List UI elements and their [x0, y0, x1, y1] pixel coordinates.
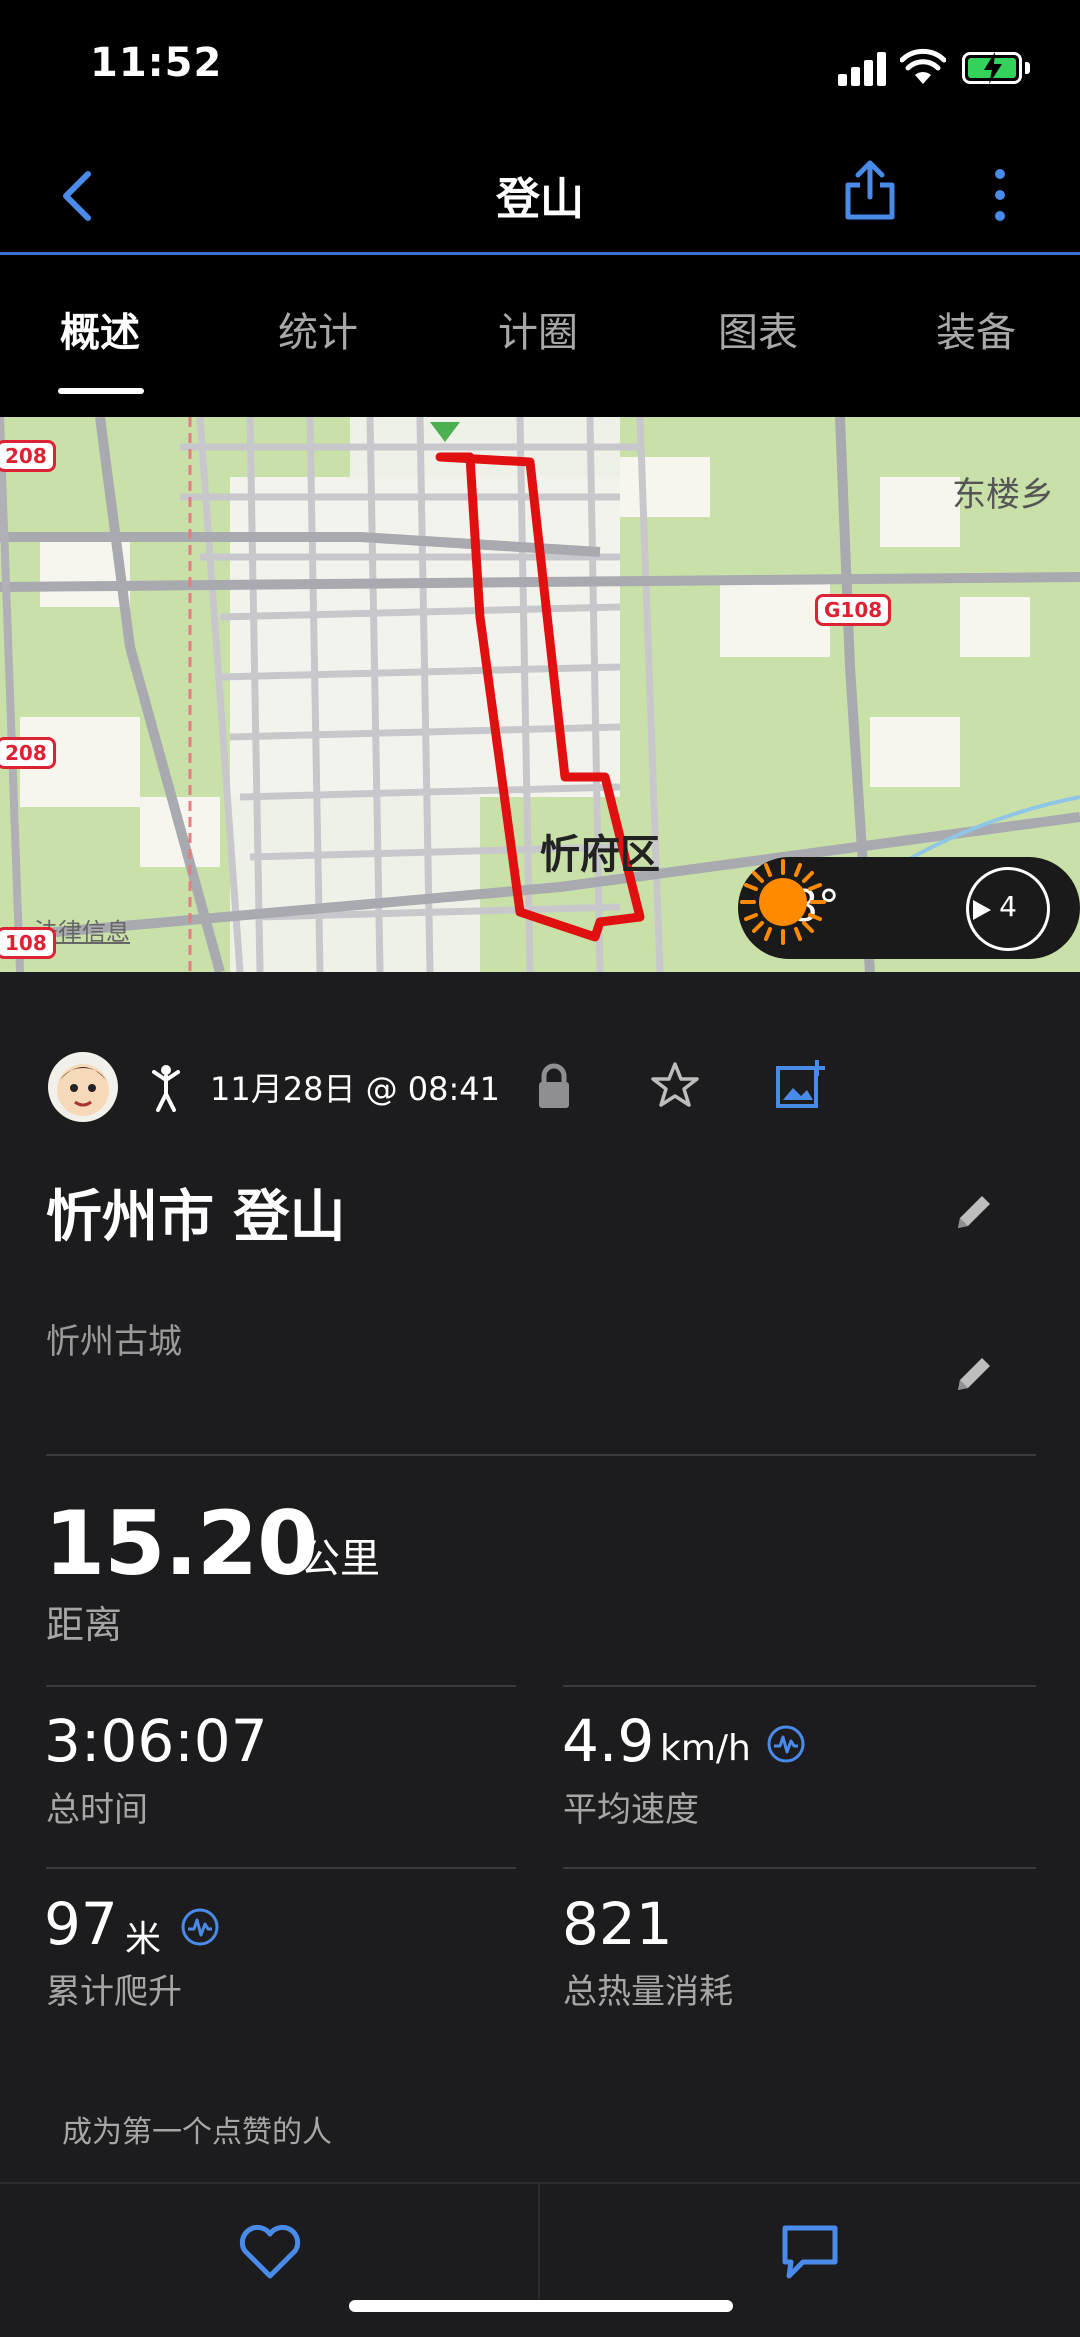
hiking-person-icon — [152, 1065, 180, 1112]
divider — [46, 1685, 516, 1687]
activity-title: 忻州市 登山 — [46, 1185, 346, 1250]
more-options-icon[interactable] — [985, 160, 1015, 230]
wind-speed: 4 — [999, 890, 1017, 923]
activity-date-time: 11月28日 @ 08:41 — [210, 1070, 501, 1108]
tab-bar: 概述 统计 计圈 图表 装备 — [0, 258, 1080, 400]
total-time-label: 总时间 — [46, 1790, 148, 1830]
edit-title-pencil-icon[interactable] — [952, 1190, 996, 1234]
avatar[interactable] — [48, 1052, 118, 1122]
add-photo-icon[interactable] — [775, 1058, 825, 1110]
status-bar: 11:52 — [0, 0, 1080, 135]
distance-unit: 公里 — [300, 1536, 380, 1582]
activity-location: 忻州古城 — [46, 1322, 182, 1362]
tab-gear[interactable]: 装备 — [936, 300, 1016, 358]
charging-bolt-icon — [984, 52, 1002, 84]
pace-chart-icon[interactable] — [766, 1724, 806, 1764]
bottom-action-bar — [0, 2182, 1080, 2337]
comment-bubble-icon[interactable] — [775, 2220, 845, 2282]
wind-indicator: 4 — [966, 867, 1050, 951]
map-label-east-town: 东楼乡 — [952, 475, 1054, 515]
edit-description-pencil-icon[interactable] — [952, 1352, 996, 1396]
weather-badge: -8° 4 — [738, 857, 1080, 959]
map-label-district: 忻府区 — [540, 832, 660, 878]
battery-nub — [1025, 62, 1030, 74]
active-tab-indicator — [58, 388, 144, 394]
tab-overview[interactable]: 概述 — [60, 300, 140, 358]
cellular-signal-icon — [838, 52, 886, 86]
ascent-value: 97 — [44, 1890, 118, 1958]
avg-speed-unit: km/h — [660, 1728, 751, 1769]
share-icon[interactable] — [840, 155, 900, 225]
ascent-label: 累计爬升 — [46, 1972, 182, 2012]
road-badge: 208 — [0, 440, 56, 472]
tab-charts[interactable]: 图表 — [718, 300, 798, 358]
calories-value: 821 — [562, 1890, 673, 1958]
nav-bar: 登山 — [0, 135, 1080, 255]
page-title: 登山 — [496, 174, 584, 225]
likes-prompt: 成为第一个点赞的人 — [62, 2115, 332, 2150]
divider — [563, 1867, 1036, 1869]
status-time: 11:52 — [90, 40, 223, 86]
road-badge: 108 — [0, 927, 56, 959]
road-badge: G108 — [815, 594, 892, 626]
elevation-chart-icon[interactable] — [180, 1907, 220, 1947]
sun-icon — [740, 859, 826, 945]
distance-label: 距离 — [46, 1603, 123, 1647]
divider — [563, 1685, 1036, 1687]
divider — [46, 1867, 516, 1869]
tab-stats[interactable]: 统计 — [278, 300, 358, 358]
wifi-icon — [900, 48, 946, 84]
avg-speed-label: 平均速度 — [563, 1790, 699, 1830]
divider — [46, 1454, 1036, 1456]
activity-summary: 11月28日 @ 08:41 忻州市 登山 忻州古城 15.20 公里 距离 3… — [0, 972, 1080, 2182]
bottom-divider — [538, 2184, 540, 2304]
total-time-value: 3:06:07 — [44, 1707, 268, 1775]
tab-laps[interactable]: 计圈 — [498, 300, 578, 358]
avatar-face-icon — [57, 1064, 109, 1116]
like-heart-icon[interactable] — [235, 2220, 305, 2282]
ascent-unit: 米 — [125, 1919, 162, 1960]
avg-speed-value: 4.9 — [562, 1707, 655, 1775]
road-badge: 208 — [0, 737, 56, 769]
home-indicator[interactable] — [349, 2300, 733, 2312]
route-map[interactable]: 东楼乡 忻府区 法律信息 G108 208 208 108 -8° 4 — [0, 417, 1080, 972]
lock-icon[interactable] — [535, 1062, 573, 1110]
calories-label: 总热量消耗 — [563, 1972, 733, 2012]
star-icon[interactable] — [650, 1060, 700, 1110]
distance-value: 15.20 — [44, 1492, 318, 1595]
